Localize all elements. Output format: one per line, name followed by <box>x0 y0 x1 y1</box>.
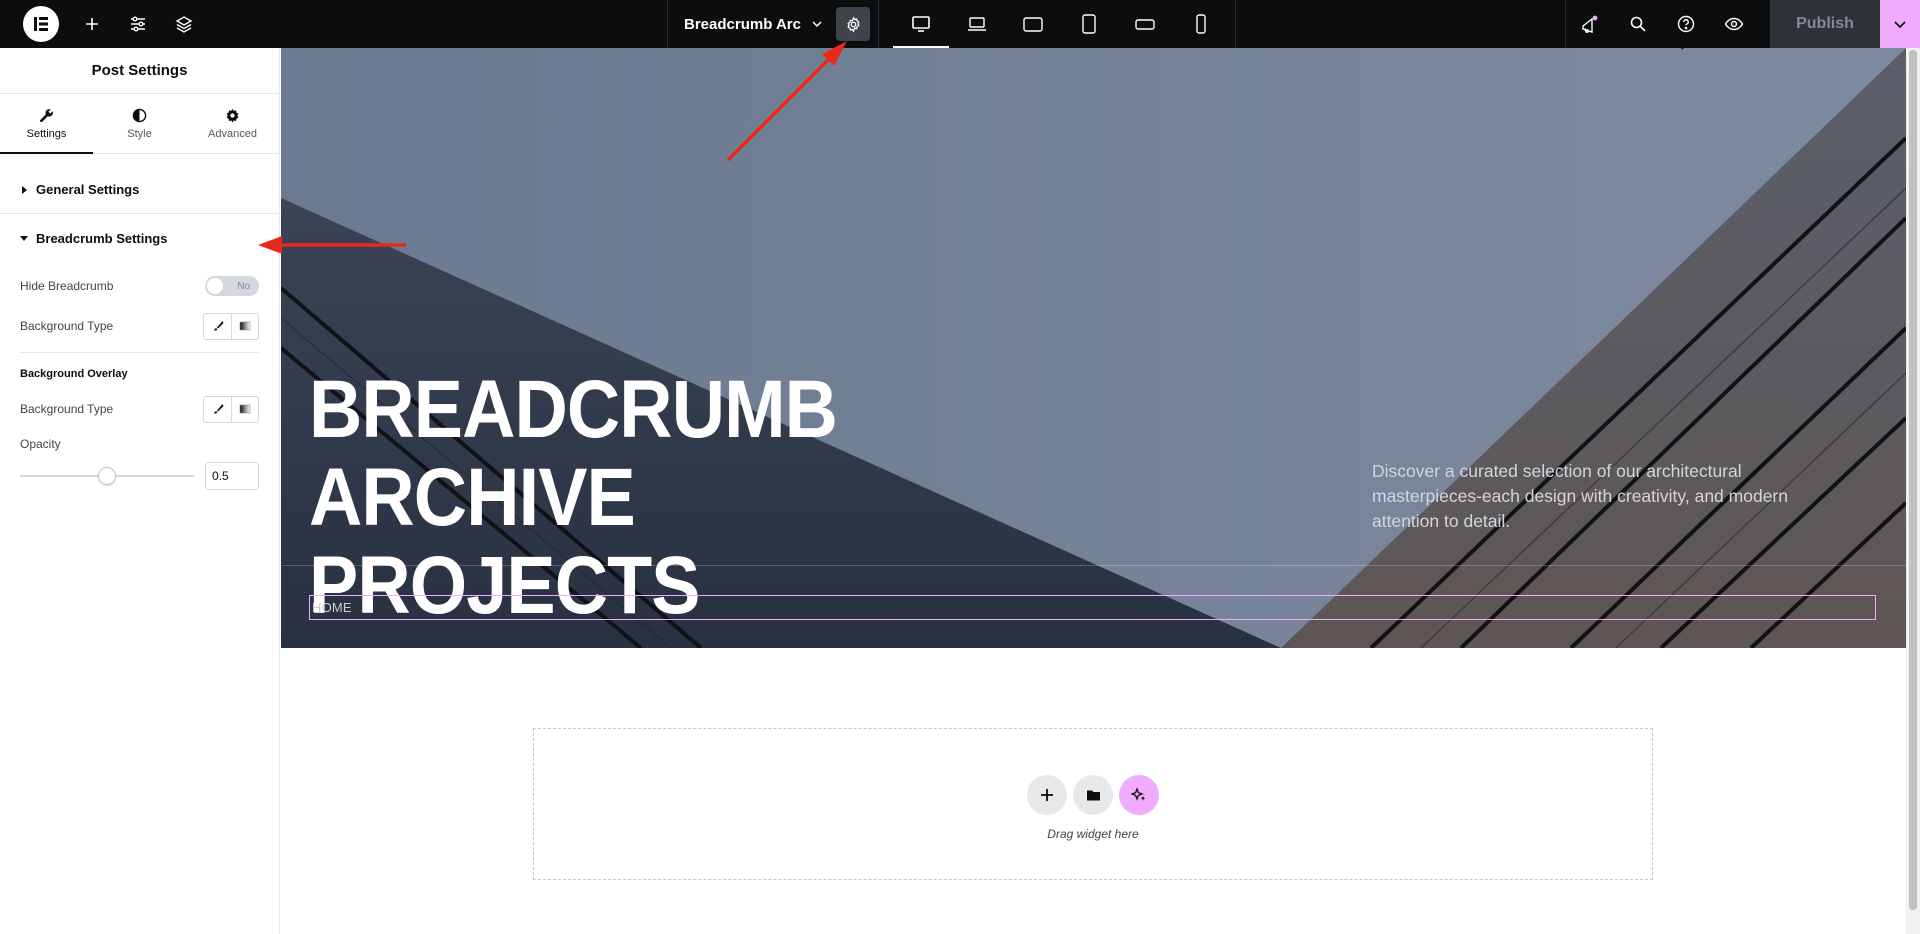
responsive-mode-switcher <box>893 0 1236 48</box>
opacity-slider[interactable] <box>20 467 194 485</box>
document-title[interactable]: Breadcrumb Arc... <box>684 16 802 33</box>
site-settings-icon[interactable] <box>115 0 161 48</box>
tab-style[interactable]: Style <box>93 94 186 153</box>
overlay-background-type-control: Background Type <box>20 389 259 429</box>
opacity-input[interactable]: 0.5 <box>205 462 259 490</box>
desktop-icon[interactable] <box>893 0 949 48</box>
tab-advanced-label: Advanced <box>208 127 257 140</box>
toggle-knob <box>207 278 223 294</box>
add-icon <box>1041 789 1053 801</box>
background-type-control: Background Type <box>20 306 259 346</box>
canvas-scrollbar[interactable] <box>1906 48 1920 934</box>
section-breadcrumb-settings[interactable]: Breadcrumb Settings <box>0 214 279 262</box>
top-bar-actions <box>1565 0 1758 48</box>
chevron-down-icon <box>1894 21 1906 29</box>
hide-breadcrumb-control: Hide Breadcrumb No <box>20 266 259 306</box>
sparkle-icon <box>1131 787 1146 801</box>
folder-icon <box>1086 790 1100 801</box>
section-breadcrumb-settings-label: Breadcrumb Settings <box>36 230 168 246</box>
breadcrumb-settings-controls: Hide Breadcrumb No Background Type Backg… <box>0 262 279 493</box>
top-bar: Breadcrumb Arc... Publish <box>0 0 1920 48</box>
hero-title: BREADCRUMB ARCHIVE PROJECTS <box>309 366 1155 630</box>
help-icon[interactable] <box>1662 0 1710 48</box>
publish-options-button[interactable] <box>1880 0 1920 48</box>
laptop-icon[interactable] <box>949 0 1005 48</box>
hero-title-line-1: BREADCRUMB ARCHIVE <box>309 364 838 543</box>
elementor-logo-icon[interactable] <box>23 6 59 42</box>
opacity-slider-handle[interactable] <box>98 467 116 485</box>
document-title-area: Breadcrumb Arc... <box>667 0 879 48</box>
tab-style-label: Style <box>127 127 152 140</box>
add-template-button[interactable] <box>1073 775 1113 815</box>
dropzone-label: Drag widget here <box>1047 827 1139 841</box>
contrast-icon <box>132 108 147 122</box>
wrench-icon <box>40 108 53 122</box>
editor-canvas: BREADCRUMB ARCHIVE PROJECTS Discover a c… <box>281 48 1906 934</box>
hide-breadcrumb-toggle[interactable]: No <box>205 276 259 296</box>
hide-breadcrumb-value: No <box>237 280 250 292</box>
background-overlay-heading: Background Overlay <box>20 368 128 380</box>
preview-eye-icon[interactable] <box>1710 0 1758 48</box>
breadcrumb[interactable]: HOME <box>309 595 1876 620</box>
dropzone-buttons <box>1027 775 1159 815</box>
tab-advanced[interactable]: Advanced <box>186 94 279 153</box>
tablet-landscape-icon[interactable] <box>1005 0 1061 48</box>
whats-new-icon[interactable] <box>1566 0 1614 48</box>
hero-section[interactable]: BREADCRUMB ARCHIVE PROJECTS Discover a c… <box>281 48 1906 648</box>
breadcrumb-home-link[interactable]: HOME <box>312 600 352 615</box>
hero-divider <box>281 565 1906 566</box>
tablet-portrait-icon[interactable] <box>1061 0 1117 48</box>
brush-icon[interactable] <box>204 397 231 422</box>
hide-breadcrumb-label: Hide Breadcrumb <box>20 279 114 293</box>
add-section-button[interactable] <box>1027 775 1067 815</box>
chevron-down-icon[interactable] <box>802 0 832 48</box>
panel-title: Post Settings <box>0 48 279 94</box>
opacity-label: Opacity <box>20 437 61 451</box>
gradient-icon[interactable] <box>231 313 258 339</box>
gear-icon <box>846 15 860 33</box>
publish-button[interactable]: Publish <box>1770 0 1880 48</box>
tab-settings-label: Settings <box>26 127 67 140</box>
mobile-portrait-icon[interactable] <box>1173 0 1229 48</box>
caret-down-icon <box>20 236 28 241</box>
divider <box>20 352 259 353</box>
page-settings-button[interactable] <box>836 7 870 41</box>
overlay-background-type-choices <box>203 395 259 423</box>
background-type-label: Background Type <box>20 319 114 333</box>
add-icon[interactable] <box>69 0 115 48</box>
caret-right-icon <box>22 185 27 194</box>
empty-section-dropzone[interactable]: Drag widget here <box>533 728 1653 880</box>
ai-generate-button[interactable] <box>1119 775 1159 815</box>
tab-settings[interactable]: Settings <box>0 94 93 154</box>
scrollbar-thumb[interactable] <box>1909 50 1917 910</box>
panel-tabs: Settings Style Advanced <box>0 94 279 154</box>
gradient-icon[interactable] <box>231 396 258 422</box>
gear-icon <box>226 108 239 122</box>
search-icon[interactable] <box>1614 0 1662 48</box>
section-general-settings-label: General Settings <box>36 182 140 197</box>
overlay-background-type-label: Background Type <box>20 402 114 416</box>
hero-description: Discover a curated selection of our arch… <box>1372 461 1788 531</box>
mobile-landscape-icon[interactable] <box>1117 0 1173 48</box>
settings-panel: Post Settings Settings Style Advanced Ge… <box>0 48 280 934</box>
structure-layers-icon[interactable] <box>161 0 207 48</box>
brush-icon[interactable] <box>204 314 231 339</box>
opacity-control: 0.5 <box>20 459 259 493</box>
section-general-settings[interactable]: General Settings <box>0 166 279 214</box>
background-type-choices <box>203 312 259 340</box>
